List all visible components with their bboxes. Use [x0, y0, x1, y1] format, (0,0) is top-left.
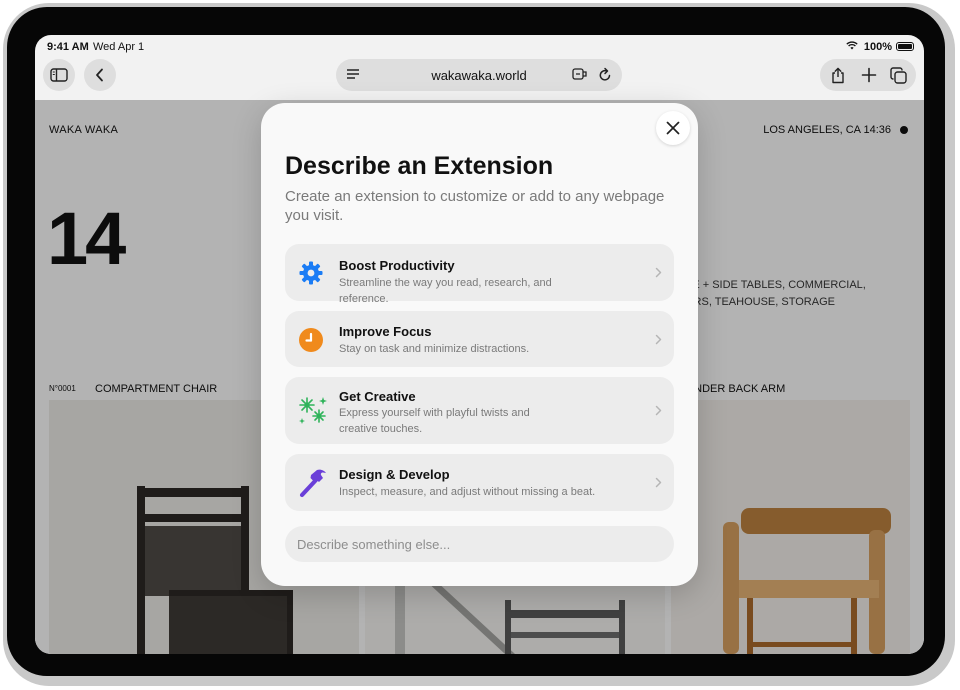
back-button[interactable] — [84, 59, 116, 91]
tabs-icon — [890, 67, 907, 84]
reload-icon[interactable] — [598, 67, 612, 83]
sidebar-toggle-button[interactable] — [43, 59, 75, 91]
option-boost-productivity[interactable]: Boost Productivity Streamline the way yo… — [285, 244, 674, 305]
option-title: Get Creative — [339, 389, 416, 404]
option-design-develop[interactable]: Design & Develop Inspect, measure, and a… — [285, 454, 674, 511]
chevron-left-icon — [96, 68, 103, 82]
share-button[interactable] — [830, 67, 846, 89]
extension-icon[interactable] — [572, 67, 588, 81]
option-title: Boost Productivity — [339, 258, 455, 273]
status-date: Wed Apr 1 — [93, 41, 145, 53]
battery-icon — [896, 42, 914, 51]
battery-percentage: 100% — [863, 41, 892, 53]
address-bar[interactable]: wakawaka.world — [336, 59, 622, 91]
option-description: Streamline the way you read, research, a… — [339, 277, 552, 305]
toolbar-right-group — [820, 59, 916, 91]
chevron-right-icon — [655, 477, 662, 488]
option-improve-focus[interactable]: Improve Focus Stay on task and minimize … — [285, 311, 674, 367]
option-description: Express yourself with playful twists and… — [339, 407, 530, 435]
hammer-icon — [299, 469, 326, 498]
close-button[interactable] — [656, 111, 690, 145]
chevron-right-icon — [655, 334, 662, 345]
new-tab-button[interactable] — [861, 67, 877, 88]
chevron-right-icon — [655, 405, 662, 416]
tabs-overview-button[interactable] — [890, 67, 907, 89]
wifi-icon — [846, 41, 858, 50]
plus-icon — [861, 67, 877, 83]
option-get-creative[interactable]: Get Creative Express yourself with playf… — [285, 377, 674, 444]
gear-icon — [299, 261, 323, 285]
option-description: Inspect, measure, and adjust without mis… — [339, 486, 596, 498]
screen: 9:41 AM Wed Apr 1 100% wakawaka.world WA… — [35, 35, 924, 654]
share-icon — [832, 67, 844, 84]
option-description: Stay on task and minimize distractions. — [339, 343, 530, 355]
option-title: Design & Develop — [339, 467, 450, 482]
close-icon — [666, 121, 680, 135]
describe-input[interactable] — [285, 526, 674, 562]
clock-icon — [299, 328, 323, 352]
status-bar: 9:41 AM Wed Apr 1 100% — [35, 35, 924, 59]
sheet-subtitle: Create an extension to customize or add … — [285, 188, 665, 224]
sheet-title: Describe an Extension — [285, 152, 554, 180]
status-time: 9:41 AM — [47, 41, 89, 53]
option-title: Improve Focus — [339, 324, 432, 339]
chevron-right-icon — [655, 267, 662, 278]
sparkles-icon — [299, 397, 327, 424]
sidebar-icon — [50, 68, 68, 82]
describe-extension-sheet: Describe an Extension Create an extensio… — [261, 103, 698, 586]
